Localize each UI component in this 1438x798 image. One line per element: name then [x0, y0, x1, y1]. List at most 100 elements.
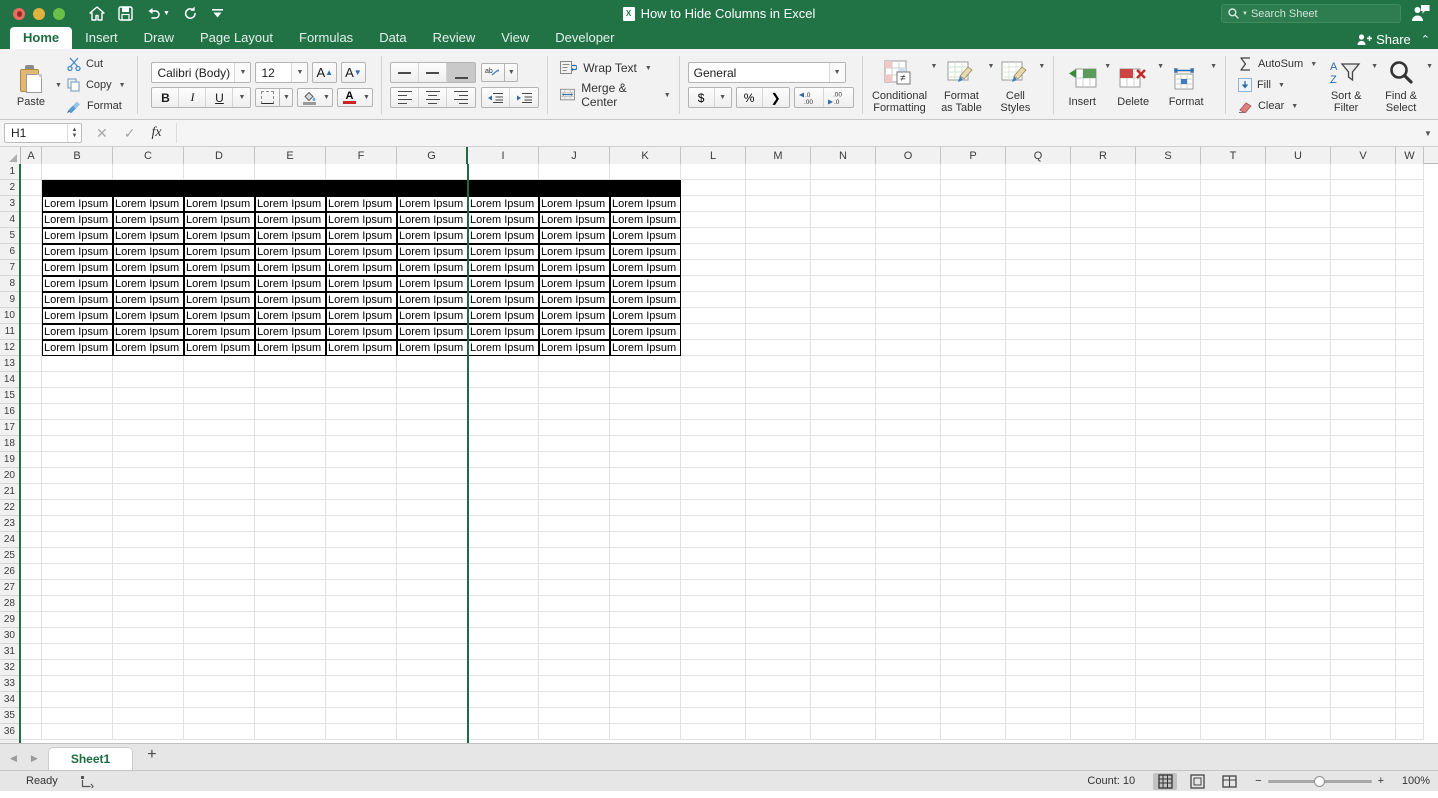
row-header-16[interactable]: 16	[0, 404, 19, 420]
cell-A17[interactable]	[21, 420, 42, 436]
cell-P13[interactable]	[941, 356, 1006, 372]
cell-C23[interactable]	[113, 516, 184, 532]
cell-P19[interactable]	[941, 452, 1006, 468]
cell-T18[interactable]	[1201, 436, 1266, 452]
cell-V24[interactable]	[1331, 532, 1396, 548]
cell-V11[interactable]	[1331, 324, 1396, 340]
font-family-select[interactable]: Calibri (Body) ▼	[151, 62, 252, 83]
cell-N30[interactable]	[811, 628, 876, 644]
increase-decimal-button[interactable]: .0.00	[795, 88, 824, 107]
cell-O4[interactable]	[876, 212, 941, 228]
redo-icon[interactable]	[183, 6, 198, 21]
cell-C15[interactable]	[113, 388, 184, 404]
cell-P12[interactable]	[941, 340, 1006, 356]
cell-S35[interactable]	[1136, 708, 1201, 724]
cell-V25[interactable]	[1331, 548, 1396, 564]
fill-color-button[interactable]	[297, 88, 321, 107]
cell-R5[interactable]	[1071, 228, 1136, 244]
cell-R13[interactable]	[1071, 356, 1136, 372]
cell-G11[interactable]: Lorem Ipsum	[397, 324, 468, 340]
cell-Q27[interactable]	[1006, 580, 1071, 596]
cell-Q14[interactable]	[1006, 372, 1071, 388]
row-header-26[interactable]: 26	[0, 564, 19, 580]
cell-M26[interactable]	[746, 564, 811, 580]
cell-L27[interactable]	[681, 580, 746, 596]
cell-V22[interactable]	[1331, 500, 1396, 516]
cell-W23[interactable]	[1396, 516, 1424, 532]
cell-N1[interactable]	[811, 164, 876, 180]
cell-W17[interactable]	[1396, 420, 1424, 436]
cell-U1[interactable]	[1266, 164, 1331, 180]
cell-F29[interactable]	[326, 612, 397, 628]
cell-N36[interactable]	[811, 724, 876, 740]
row-header-5[interactable]: 5	[0, 228, 19, 244]
cell-U22[interactable]	[1266, 500, 1331, 516]
cell-U23[interactable]	[1266, 516, 1331, 532]
italic-button[interactable]: I	[179, 88, 207, 107]
cell-B3[interactable]: Lorem Ipsum	[42, 196, 113, 212]
cell-E18[interactable]	[255, 436, 326, 452]
cell-L1[interactable]	[681, 164, 746, 180]
cell-K23[interactable]	[610, 516, 681, 532]
cell-D22[interactable]	[184, 500, 255, 516]
cell-A25[interactable]	[21, 548, 42, 564]
cell-G13[interactable]	[397, 356, 468, 372]
cell-D21[interactable]	[184, 484, 255, 500]
cell-G8[interactable]: Lorem Ipsum	[397, 276, 468, 292]
cell-T25[interactable]	[1201, 548, 1266, 564]
cell-U19[interactable]	[1266, 452, 1331, 468]
row-header-19[interactable]: 19	[0, 452, 19, 468]
cell-R27[interactable]	[1071, 580, 1136, 596]
cell-I12[interactable]: Lorem Ipsum	[468, 340, 539, 356]
conditional-formatting-button[interactable]: ≠ Conditional Formatting	[871, 56, 929, 114]
cell-I26[interactable]	[468, 564, 539, 580]
cell-J3[interactable]: Lorem Ipsum	[539, 196, 610, 212]
cell-N29[interactable]	[811, 612, 876, 628]
cell-U4[interactable]	[1266, 212, 1331, 228]
cell-I8[interactable]: Lorem Ipsum	[468, 276, 539, 292]
row-header-27[interactable]: 27	[0, 580, 19, 596]
cell-U13[interactable]	[1266, 356, 1331, 372]
cell-K1[interactable]	[610, 164, 681, 180]
borders-button[interactable]	[255, 88, 281, 107]
cell-L31[interactable]	[681, 644, 746, 660]
row-header-33[interactable]: 33	[0, 676, 19, 692]
cell-U33[interactable]	[1266, 676, 1331, 692]
sort-filter-button[interactable]: AZ Sort & Filter	[1323, 56, 1369, 114]
cell-S30[interactable]	[1136, 628, 1201, 644]
row-header-31[interactable]: 31	[0, 644, 19, 660]
cell-S3[interactable]	[1136, 196, 1201, 212]
sheet-tab-sheet1[interactable]: Sheet1	[47, 747, 134, 770]
cell-E11[interactable]: Lorem Ipsum	[255, 324, 326, 340]
cell-F15[interactable]	[326, 388, 397, 404]
cell-P10[interactable]	[941, 308, 1006, 324]
number-format-caret-icon[interactable]: ▼	[828, 63, 845, 82]
delete-cells-caret-icon[interactable]: ▼	[1157, 63, 1164, 70]
cell-B27[interactable]	[42, 580, 113, 596]
cell-L18[interactable]	[681, 436, 746, 452]
row-header-7[interactable]: 7	[0, 260, 19, 276]
zoom-slider[interactable]: − +	[1255, 775, 1384, 787]
cell-D4[interactable]: Lorem Ipsum	[184, 212, 255, 228]
cell-E36[interactable]	[255, 724, 326, 740]
cell-E27[interactable]	[255, 580, 326, 596]
cell-C12[interactable]: Lorem Ipsum	[113, 340, 184, 356]
cell-W13[interactable]	[1396, 356, 1424, 372]
cell-R32[interactable]	[1071, 660, 1136, 676]
cell-N16[interactable]	[811, 404, 876, 420]
cell-N35[interactable]	[811, 708, 876, 724]
cell-N20[interactable]	[811, 468, 876, 484]
font-color-caret-icon[interactable]: ▼	[360, 88, 374, 107]
cell-D13[interactable]	[184, 356, 255, 372]
cell-L14[interactable]	[681, 372, 746, 388]
cell-E24[interactable]	[255, 532, 326, 548]
bold-button[interactable]: B	[152, 88, 180, 107]
cell-J5[interactable]: Lorem Ipsum	[539, 228, 610, 244]
cell-V5[interactable]	[1331, 228, 1396, 244]
cell-D29[interactable]	[184, 612, 255, 628]
cell-I20[interactable]	[468, 468, 539, 484]
cell-P3[interactable]	[941, 196, 1006, 212]
cell-B9[interactable]: Lorem Ipsum	[42, 292, 113, 308]
cell-N34[interactable]	[811, 692, 876, 708]
undo-icon[interactable]: ▼	[146, 7, 170, 21]
